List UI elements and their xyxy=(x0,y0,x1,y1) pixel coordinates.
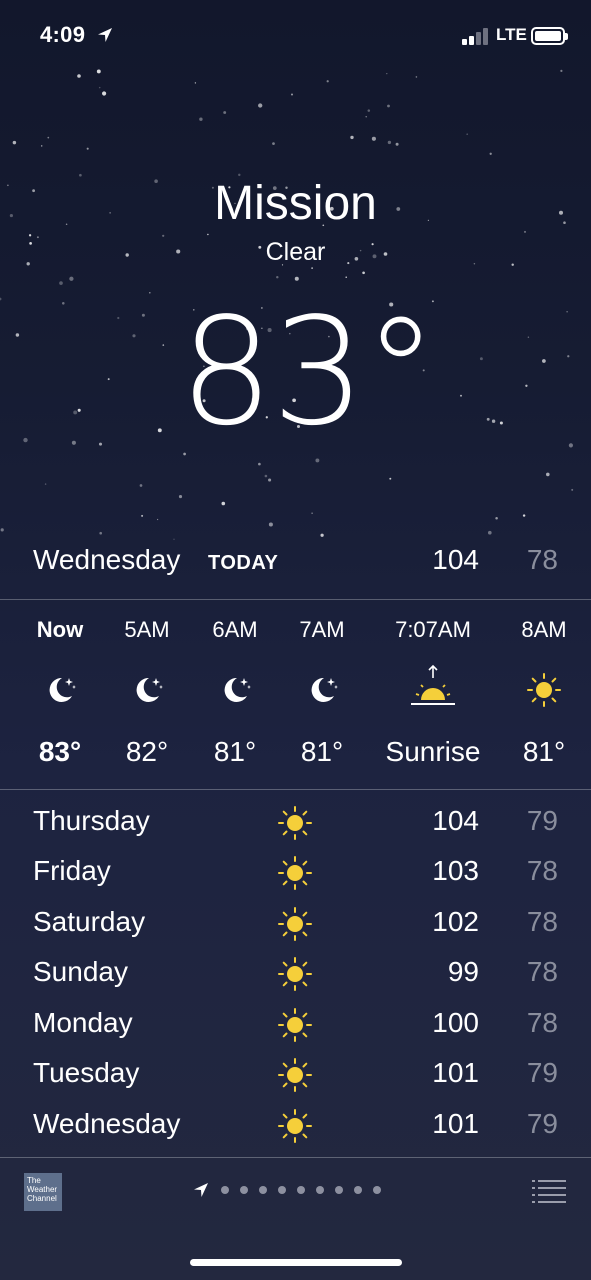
day-name: Monday xyxy=(33,1007,133,1038)
home-indicator[interactable] xyxy=(190,1259,402,1266)
day-high: 99 xyxy=(447,956,479,987)
divider xyxy=(0,1157,591,1158)
day-name: Thursday xyxy=(33,805,150,836)
page-dot[interactable] xyxy=(373,1186,381,1194)
sun-icon xyxy=(278,957,312,991)
moon-stars-icon xyxy=(49,677,76,702)
starry-sky-background xyxy=(0,69,574,540)
day-high: 102 xyxy=(432,906,479,937)
today-summary-row: Wednesday TODAY 104 78 xyxy=(0,540,591,584)
day-name: Sunday xyxy=(33,956,128,987)
location-arrow-icon xyxy=(194,1183,208,1197)
daily-row: Saturday 102 78 xyxy=(0,898,591,948)
today-label: TODAY xyxy=(208,552,279,574)
hour-time: 7:07AM xyxy=(395,617,471,642)
hour-temp: Sunrise xyxy=(385,736,481,767)
page-dot[interactable] xyxy=(316,1186,324,1194)
moon-stars-icon xyxy=(311,677,338,702)
page-dot[interactable] xyxy=(354,1186,362,1194)
day-high: 103 xyxy=(432,855,479,886)
divider xyxy=(0,789,591,790)
daily-row: Friday 103 78 xyxy=(0,847,591,897)
daily-row: Monday 100 78 xyxy=(0,999,591,1049)
page-dot[interactable] xyxy=(240,1186,248,1194)
status-time: 4:09 xyxy=(40,22,86,47)
day-high: 100 xyxy=(432,1007,479,1038)
weather-condition: Clear xyxy=(265,238,326,266)
day-name: Wednesday xyxy=(33,1108,181,1139)
page-dot[interactable] xyxy=(335,1186,343,1194)
battery-icon xyxy=(531,27,568,45)
day-name: Saturday xyxy=(33,906,146,937)
day-low: 78 xyxy=(526,855,558,886)
status-bar: 4:09 LTE xyxy=(0,0,591,72)
day-low: 78 xyxy=(526,956,558,987)
daily-row: Thursday 104 79 xyxy=(0,797,591,847)
day-high: 101 xyxy=(432,1108,479,1139)
weather-channel-logo[interactable]: The Weather Channel xyxy=(24,1173,62,1211)
location-arrow-icon xyxy=(98,28,112,42)
moon-stars-icon xyxy=(136,677,163,702)
moon-stars-icon xyxy=(224,677,251,702)
day-low: 78 xyxy=(526,1007,558,1038)
sun-icon xyxy=(278,1058,312,1092)
today-low: 78 xyxy=(526,544,558,575)
day-low: 79 xyxy=(526,805,558,836)
day-name: Friday xyxy=(33,855,111,886)
sun-icon xyxy=(527,673,561,707)
day-high: 101 xyxy=(432,1057,479,1088)
sun-icon xyxy=(278,806,312,840)
daily-row: Wednesday 101 79 xyxy=(0,1100,591,1150)
city-name: Mission xyxy=(214,177,377,230)
today-high: 104 xyxy=(432,544,479,575)
hour-time: 7AM xyxy=(299,617,345,642)
day-low: 79 xyxy=(526,1057,558,1088)
day-high: 104 xyxy=(432,805,479,836)
hour-time: 8AM xyxy=(521,617,567,642)
sun-icon xyxy=(278,1008,312,1042)
hour-temp: 81° xyxy=(522,736,566,767)
day-low: 78 xyxy=(526,906,558,937)
sun-icon xyxy=(278,907,312,941)
hourly-forecast[interactable]: Now 83° 5AM 82° 6AM 81° 7AM 81° 7:07AM S… xyxy=(0,600,591,790)
daily-row: Tuesday 101 79 xyxy=(0,1049,591,1099)
network-type: LTE xyxy=(496,25,527,44)
sun-icon xyxy=(278,856,312,890)
day-name: Tuesday xyxy=(33,1057,140,1088)
sunrise-icon xyxy=(411,664,455,705)
current-temperature: 83° xyxy=(179,286,437,458)
day-low: 79 xyxy=(526,1108,558,1139)
page-dot[interactable] xyxy=(278,1186,286,1194)
sun-icon xyxy=(278,1109,312,1143)
cellular-signal-icon xyxy=(462,27,492,45)
city-list-icon[interactable] xyxy=(532,1178,566,1204)
page-indicator[interactable] xyxy=(192,1180,412,1200)
page-dot[interactable] xyxy=(259,1186,267,1194)
page-dot[interactable] xyxy=(221,1186,229,1194)
today-day-name: Wednesday xyxy=(33,544,181,575)
page-dot[interactable] xyxy=(297,1186,305,1194)
daily-row: Sunday 99 78 xyxy=(0,948,591,998)
hour-temp: 81° xyxy=(300,736,344,767)
